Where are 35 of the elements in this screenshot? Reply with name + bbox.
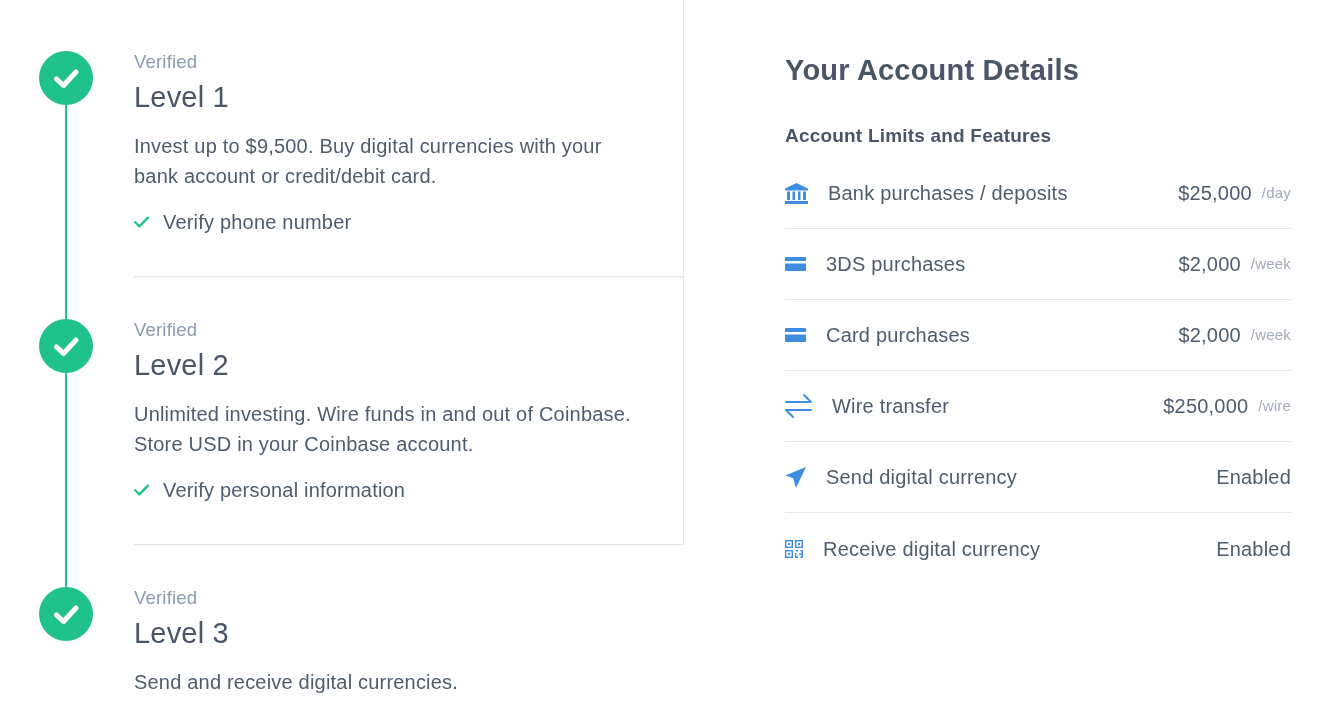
- limit-label: Bank purchases / deposits: [828, 181, 1069, 206]
- limit-value: $2,000: [1178, 252, 1241, 277]
- limit-value: $2,000: [1178, 323, 1241, 348]
- level-description: Invest up to $9,500. Buy digital currencies with your bank account or credit/debit card.: [134, 134, 603, 189]
- limit-unit: /week: [1250, 253, 1291, 274]
- level-description: Send and receive digital currencies.: [134, 670, 460, 695]
- limit-label: Receive digital currency: [823, 536, 1042, 562]
- card-icon: [785, 328, 806, 342]
- status-label: Verified: [134, 588, 199, 608]
- level-description: Unlimited investing. Wire funds in and out of Coinbase. Store USD in your Coinbase account.: [134, 402, 632, 457]
- subsection-heading: Account Limits and Features: [785, 124, 1053, 148]
- level-title: Level 3: [134, 616, 230, 650]
- level-title: Level 2: [134, 348, 230, 382]
- limit-label: Wire transfer: [832, 394, 951, 419]
- card-icon: [785, 257, 806, 271]
- bank-icon: [785, 182, 808, 204]
- limit-value: $25,000: [1178, 181, 1252, 206]
- limit-label: 3DS purchases: [826, 252, 967, 277]
- paper-plane-icon: [785, 466, 806, 488]
- requirement-label: Verify phone number: [163, 210, 352, 235]
- limit-unit: /day: [1261, 182, 1291, 203]
- status-label: Verified: [134, 320, 199, 340]
- limit-unit: /wire: [1258, 395, 1291, 416]
- requirement-label: Verify personal information: [163, 478, 406, 503]
- limit-label: Send digital currency: [826, 465, 1018, 490]
- limit-value: $250,000: [1163, 394, 1249, 419]
- qr-code-icon: [785, 539, 803, 558]
- level-title: Level 1: [134, 80, 230, 114]
- limit-label: Card purchases: [826, 323, 971, 348]
- arrows-icon: [785, 394, 812, 418]
- limit-value: Enabled: [1216, 465, 1291, 490]
- section-heading: Your Account Details: [785, 53, 1081, 87]
- limit-unit: /week: [1250, 324, 1291, 345]
- status-label: Verified: [134, 52, 199, 72]
- limit-value: Enabled: [1216, 536, 1291, 562]
